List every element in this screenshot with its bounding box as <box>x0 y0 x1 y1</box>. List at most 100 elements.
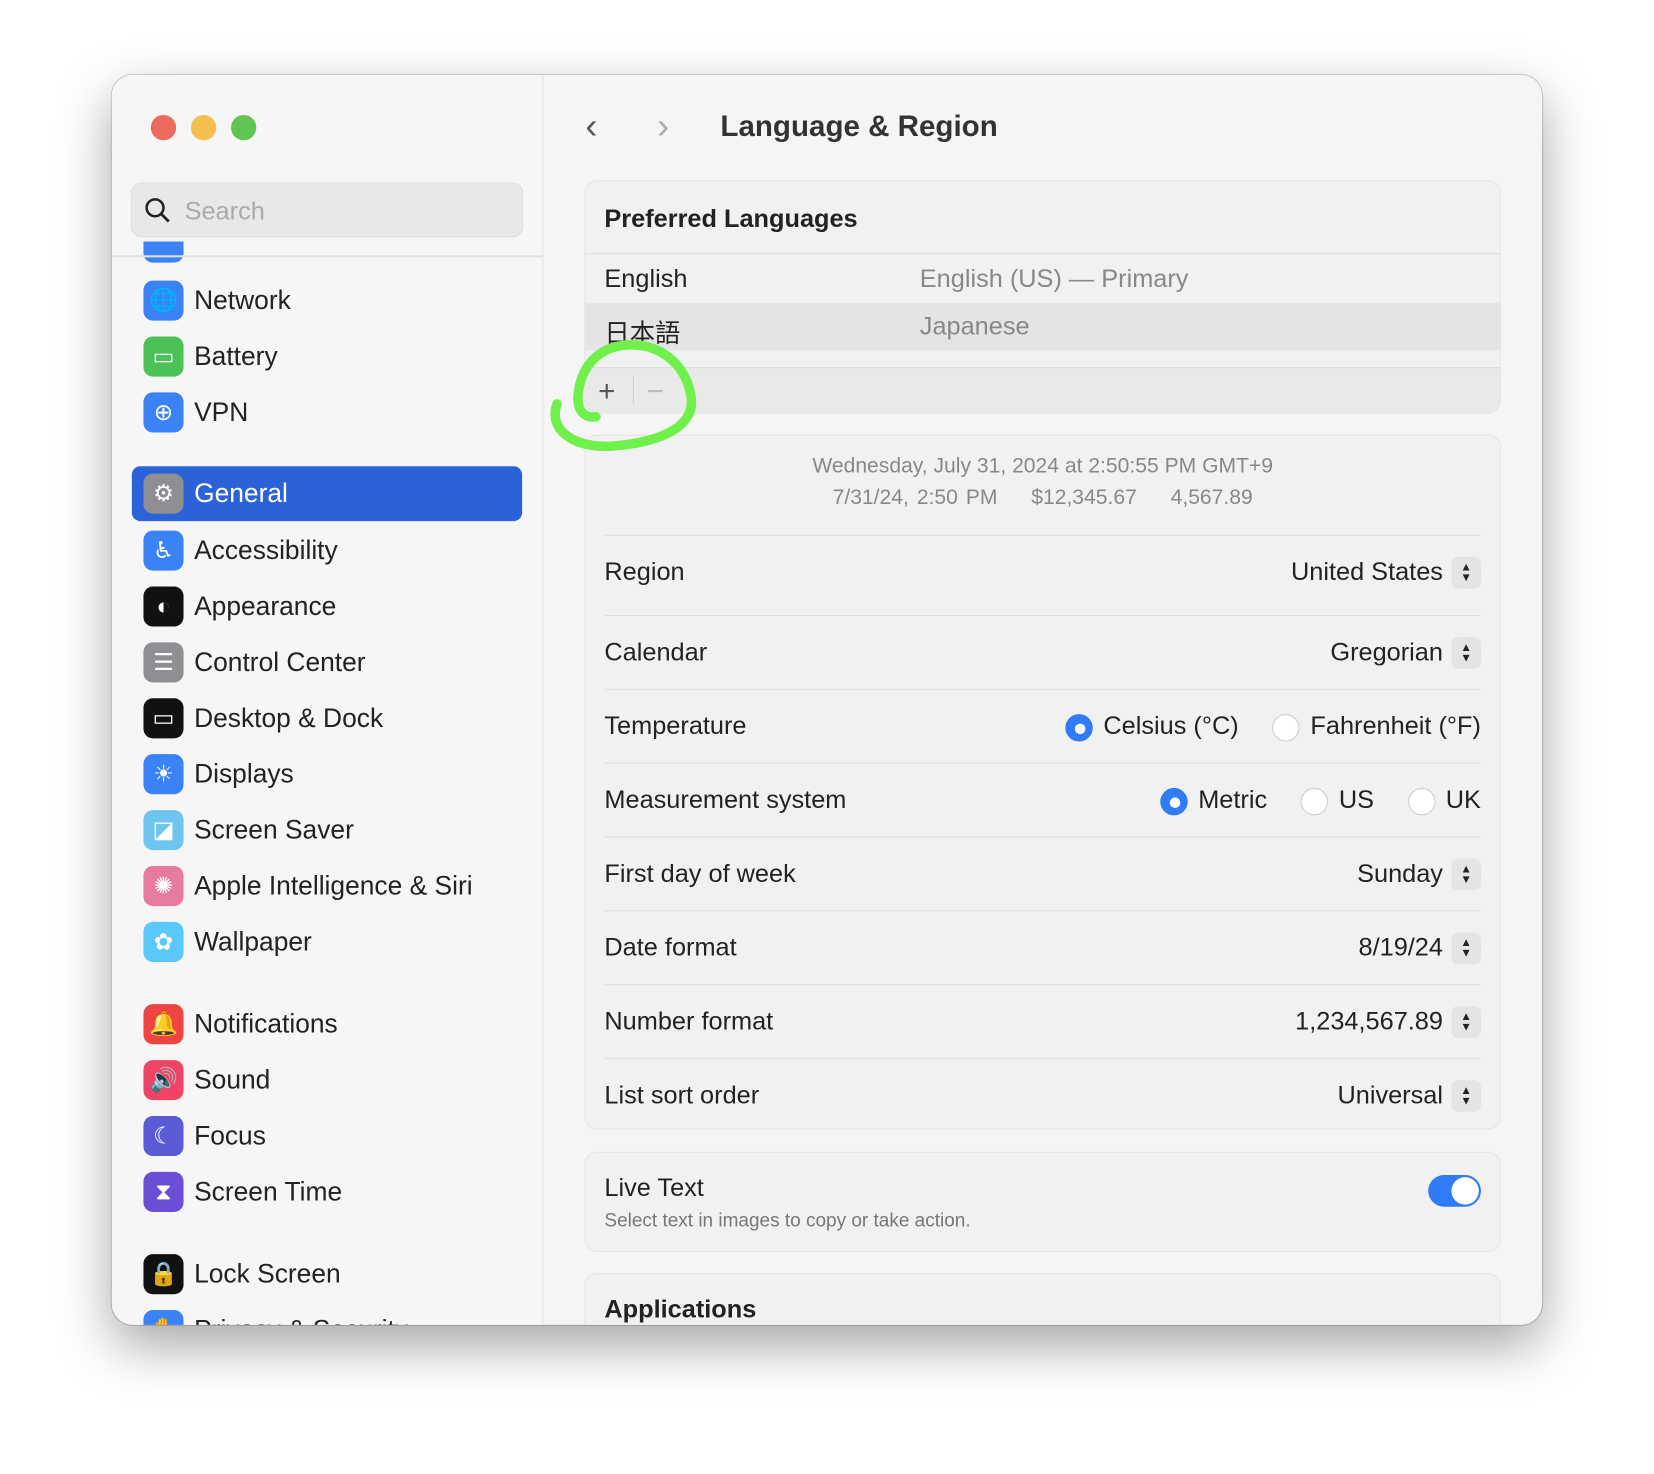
region-control[interactable]: United States ▲ ▼ <box>1291 556 1481 589</box>
sidebar-item-screen-time[interactable]: ⧗ Screen Time <box>132 1164 522 1219</box>
radio-button[interactable] <box>1407 787 1436 815</box>
first_day-value: Sunday <box>1357 859 1443 889</box>
temperature-control[interactable]: Celsius (°C) Fahrenheit (°F) <box>1032 712 1481 742</box>
sidebar-item-notifications[interactable]: 🔔 Notifications <box>132 997 522 1052</box>
sidebar-item-control-center[interactable]: ☰ Control Center <box>132 635 522 690</box>
sample-date: Wednesday, July 31, 2024 at 2:50:55 PM G… <box>812 454 1273 478</box>
live-text-toggle[interactable] <box>1428 1175 1481 1207</box>
sidebar-item-label: Battery <box>194 341 278 371</box>
date_format-control[interactable]: 8/19/24 ▲ ▼ <box>1359 932 1481 965</box>
siri-icon: ✺ <box>143 865 184 907</box>
measurement-label: Measurement system <box>604 785 847 815</box>
number_format-control[interactable]: 1,234,567.89 ▲ ▼ <box>1295 1006 1481 1038</box>
temperature-option[interactable]: Fahrenheit (°F) <box>1239 712 1481 742</box>
sidebar-item-label: Screen Time <box>194 1176 343 1207</box>
flower-icon: ✿ <box>143 921 184 962</box>
sidebar-item-label: General <box>194 478 288 508</box>
date_format-label: Date format <box>604 933 737 962</box>
language-list-toolbar: + − <box>585 367 1500 413</box>
search-input[interactable]: Search <box>130 182 524 238</box>
measurement-option[interactable]: US <box>1267 786 1374 816</box>
first_day-row: First day of week Sunday ▲ ▼ <box>604 855 1481 893</box>
region-row: Region United States ▲ ▼ <box>604 554 1481 592</box>
sidebar-item-appearance[interactable]: ◐ Appearance <box>132 579 522 634</box>
measurement-control[interactable]: Metric US UK <box>1126 786 1481 816</box>
stepper-chevrons-icon[interactable]: ▲ ▼ <box>1451 858 1481 891</box>
sidebar-item-lock-screen[interactable]: 🔒 Lock Screen <box>132 1247 522 1302</box>
temperature-option[interactable]: Celsius (°C) <box>1032 712 1239 742</box>
calendar-value: Gregorian <box>1330 638 1443 667</box>
close-button[interactable] <box>150 114 177 141</box>
calendar-control[interactable]: Gregorian ▲ ▼ <box>1330 637 1481 669</box>
zoom-button[interactable] <box>231 114 257 141</box>
stepper-chevrons-icon[interactable]: ▲ ▼ <box>1451 1006 1481 1038</box>
language-detail: English (US) — Primary <box>919 264 1189 294</box>
stepper-chevrons-icon[interactable]: ▲ ▼ <box>1451 637 1481 669</box>
sidebar-item-focus[interactable]: ☾ Focus <box>132 1109 522 1164</box>
sidebar-item-displays[interactable]: ☀ Displays <box>132 747 522 802</box>
sidebar-item-accessibility[interactable]: ♿ Accessibility <box>132 523 522 578</box>
sort_order-label: List sort order <box>604 1081 760 1110</box>
option-label: UK <box>1445 785 1481 815</box>
number_format-value: 1,234,567.89 <box>1295 1007 1443 1036</box>
sidebar-item-privacy-security[interactable]: ✋ Privacy & Security <box>132 1303 522 1325</box>
calendar-label: Calendar <box>604 638 708 667</box>
sidebar-item-label: Notifications <box>194 1008 338 1039</box>
sidebar-item-network[interactable]: 🌐 Network <box>132 273 522 328</box>
speaker-icon: 🔊 <box>143 1060 184 1101</box>
section-heading: Preferred Languages <box>604 204 858 234</box>
globe-icon: 🌐 <box>143 280 184 321</box>
live-text-label: Live Text <box>604 1173 704 1203</box>
forward-button[interactable]: › <box>657 107 669 148</box>
language-row-english[interactable]: English English (US) — Primary <box>585 254 1500 303</box>
sidebar-item-label: Displays <box>194 758 294 789</box>
region-label: Region <box>604 557 685 587</box>
moon-icon: ☾ <box>143 1115 184 1157</box>
radio-button[interactable] <box>1160 787 1188 815</box>
sidebar-item-label: Wallpaper <box>194 926 312 957</box>
minimize-button[interactable] <box>190 114 217 141</box>
sample-short-date: 7/31/24, 2:50 PM <box>832 486 998 510</box>
sidebar-item-label: Sound <box>194 1064 271 1095</box>
gear-icon: ⚙ <box>143 473 184 514</box>
accessibility-icon: ♿ <box>143 530 184 571</box>
sidebar-item-apple-intelligence-siri[interactable]: ✺ Apple Intelligence & Siri <box>132 859 522 914</box>
sidebar-item-label: Privacy & Security <box>194 1315 408 1325</box>
divider <box>111 255 544 258</box>
sidebar-item-general[interactable]: ⚙ General <box>131 466 523 522</box>
first_day-control[interactable]: Sunday ▲ ▼ <box>1357 858 1481 891</box>
measurement-row: Measurement system Metric US UK <box>604 782 1481 820</box>
sidebar-item-wallpaper[interactable]: ✿ Wallpaper <box>132 915 522 970</box>
appearance-icon: ◐ <box>143 586 184 627</box>
sort_order-control[interactable]: Universal ▲ ▼ <box>1337 1080 1481 1112</box>
sidebar-item-sound[interactable]: 🔊 Sound <box>132 1053 522 1108</box>
stepper-chevrons-icon[interactable]: ▲ ▼ <box>1451 1080 1481 1112</box>
region-settings-card: Wednesday, July 31, 2024 at 2:50:55 PM G… <box>584 434 1501 1130</box>
sidebar-item-battery[interactable]: ▭ Battery <box>132 329 522 384</box>
sidebar-item-label: Desktop & Dock <box>194 703 384 733</box>
vpn-globe-icon: ⊕ <box>143 392 184 433</box>
live-text-description: Select text in images to copy or take ac… <box>604 1209 971 1231</box>
sidebar-item-desktop-dock[interactable]: ▭ Desktop & Dock <box>132 691 522 746</box>
sidebar-item-screen-saver[interactable]: ◪ Screen Saver <box>132 803 522 858</box>
measurement-option[interactable]: Metric <box>1126 786 1267 816</box>
battery-icon: ▭ <box>143 336 184 377</box>
radio-button[interactable] <box>1065 713 1093 742</box>
sidebar-item-label: Apple Intelligence & Siri <box>194 870 473 901</box>
back-button[interactable]: ‹ <box>585 107 597 148</box>
sidebar-item-vpn[interactable]: ⊕ VPN <box>132 385 522 440</box>
applications-card: Applications <box>584 1273 1501 1325</box>
sidebar-item-label: Accessibility <box>194 535 338 565</box>
measurement-option[interactable]: UK <box>1374 786 1481 816</box>
sidebar-item-label: Lock Screen <box>194 1258 341 1289</box>
sidebar-item-label: VPN <box>194 397 249 427</box>
radio-button[interactable] <box>1272 713 1300 742</box>
stepper-chevrons-icon[interactable]: ▲ ▼ <box>1451 932 1481 965</box>
language-row-japanese[interactable]: 日本語 Japanese <box>585 302 1500 351</box>
sort_order-row: List sort order Universal ▲ ▼ <box>604 1077 1481 1115</box>
stepper-chevrons-icon[interactable]: ▲ ▼ <box>1451 556 1481 589</box>
radio-button[interactable] <box>1300 787 1329 815</box>
sidebar-item-label: Screen Saver <box>194 814 354 845</box>
number_format-label: Number format <box>604 1007 774 1036</box>
sidebar: Search 🌐 Network ▭ Battery ⊕ VPN ⚙ General ♿ Acce… <box>111 74 544 1325</box>
